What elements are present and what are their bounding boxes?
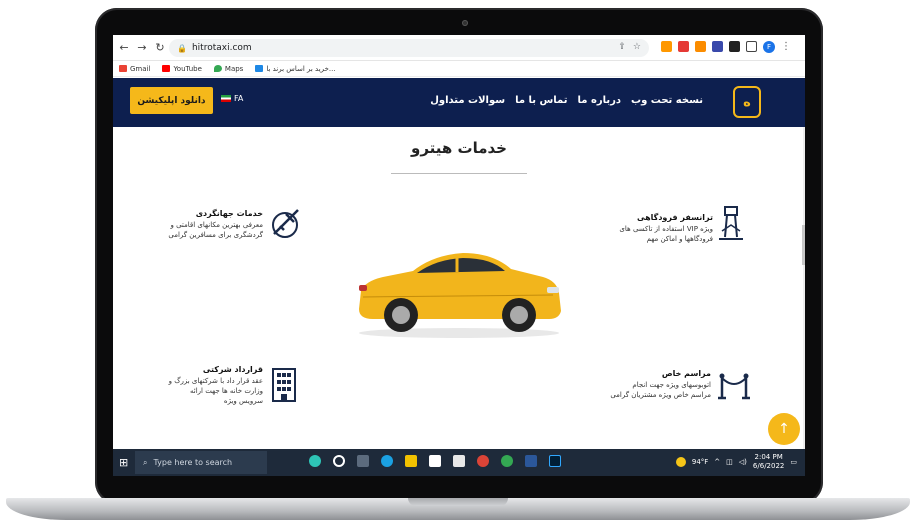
building-icon (272, 368, 296, 402)
nav-web-version[interactable]: نسخه تحت وب (631, 95, 703, 106)
browser-toolbar: ← → ↻ 🔒 hitrotaxi.com ⇪ ☆ F ⋮ (113, 35, 805, 61)
weather-temp[interactable]: 94°F (692, 458, 708, 466)
screen: ← → ↻ 🔒 hitrotaxi.com ⇪ ☆ F ⋮ Gmail YouT… (113, 35, 805, 476)
page-scrollbar[interactable] (803, 127, 805, 449)
extensions: F ⋮ (661, 41, 791, 53)
network-icon[interactable]: ◫ (726, 458, 733, 466)
scroll-to-top-button[interactable]: ↑ (768, 413, 800, 445)
mail-icon[interactable] (453, 455, 465, 467)
store-icon[interactable] (429, 455, 441, 467)
bookmark-icon (255, 65, 264, 72)
plane-circle-icon (272, 209, 299, 238)
bookmarks-bar: Gmail YouTube Maps خرید بر اساس برند با.… (113, 61, 805, 77)
main-menu: نسخه تحت وب درباره ما تماس با ما سوالات … (430, 95, 703, 106)
language-switch[interactable]: FA (221, 94, 243, 103)
forward-icon[interactable]: → (135, 41, 149, 54)
bookmark-shopping[interactable]: خرید بر اساس برند با... (255, 65, 336, 73)
puzzle-icon[interactable] (729, 41, 740, 52)
bookmark-youtube[interactable]: YouTube (162, 65, 202, 73)
taskbar-clock[interactable]: 2:04 PM 6/6/2022 (753, 453, 784, 471)
service-special-ceremony: مراسم خاص اتوبوسهای ویژه جهت انجام مراسم… (610, 369, 711, 399)
title-divider (391, 173, 527, 174)
nav-about[interactable]: درباره ما (578, 95, 622, 106)
url-text: hitrotaxi.com (191, 43, 252, 53)
services-section: خدمات هیترو خدمات جهانگردی معرفی بهترین … (113, 127, 805, 449)
notification-icon[interactable]: ▭ (790, 458, 797, 466)
download-app-button[interactable]: دانلود اپلیکیشن (130, 87, 213, 114)
chrome-profile-icon[interactable] (501, 455, 513, 467)
bookmark-gmail[interactable]: Gmail (119, 65, 150, 73)
pinned-apps (309, 455, 561, 467)
site-logo[interactable]: ه (733, 86, 761, 118)
volume-icon[interactable]: ◁) (739, 458, 747, 466)
reload-icon[interactable]: ↻ (153, 41, 167, 54)
edge-icon[interactable] (381, 455, 393, 467)
word-icon[interactable] (525, 455, 537, 467)
extension-icon[interactable] (661, 41, 672, 52)
youtube-icon (162, 65, 171, 72)
maps-icon (213, 65, 222, 72)
site-navbar: دانلود اپلیکیشن FA نسخه تحت وب درباره ما… (113, 78, 805, 127)
nav-contact[interactable]: تماس با ما (515, 95, 567, 106)
windows-start-icon[interactable]: ⊞ (119, 456, 133, 469)
sidepanel-icon[interactable] (746, 41, 757, 52)
service-corporate-contract: قرارداد شرکتی عقد قرار داد با شرکتهای بز… (168, 365, 263, 405)
file-explorer-icon[interactable] (405, 455, 417, 467)
task-view-icon[interactable] (357, 455, 369, 467)
taskbar-search[interactable]: ⌕ Type here to search (135, 451, 267, 474)
rope-barrier-icon (718, 373, 750, 400)
taxi-car-image (359, 253, 561, 338)
scrollbar-thumb[interactable] (802, 225, 805, 265)
nav-faq[interactable]: سوالات متداول (430, 95, 505, 106)
chevron-up-icon[interactable]: ^ (714, 458, 720, 466)
profile-avatar[interactable]: F (763, 41, 775, 53)
menu-icon[interactable]: ⋮ (781, 41, 791, 53)
chrome-icon[interactable] (477, 455, 489, 467)
service-tourism: خدمات جهانگردی معرفی بهترین مکانهای اقام… (168, 209, 263, 239)
share-icon[interactable]: ⇪ (618, 42, 626, 52)
webcam (462, 20, 468, 26)
extension-icon[interactable] (678, 41, 689, 52)
widget-icon[interactable] (309, 455, 321, 467)
back-icon[interactable]: ← (117, 41, 131, 54)
address-bar[interactable]: 🔒 hitrotaxi.com ⇪ ☆ (169, 39, 649, 57)
weather-sun-icon (675, 457, 686, 467)
service-airport-transfer: ترانسفر فرودگاهی استفاده از تاکسی های VI… (619, 213, 713, 243)
bookmark-maps[interactable]: Maps (213, 65, 243, 73)
system-tray: 94°F ^ ◫ ◁) 2:04 PM 6/6/2022 ▭ (675, 453, 797, 471)
star-icon[interactable]: ☆ (633, 42, 641, 52)
lock-icon[interactable]: 🔒 (177, 44, 187, 53)
search-icon: ⌕ (143, 457, 148, 467)
control-tower-icon (719, 206, 743, 240)
windows-taskbar: ⊞ ⌕ Type here to search 94°F ^ ◫ ◁) 2:04 (113, 449, 805, 476)
section-title: خدمات هیترو (411, 139, 507, 157)
gmail-icon (119, 65, 127, 72)
laptop-notch (408, 498, 508, 506)
extension-icon[interactable] (695, 41, 706, 52)
photoshop-icon[interactable] (549, 455, 561, 467)
iran-flag-icon (221, 95, 231, 102)
extension-icon[interactable] (712, 41, 723, 52)
cortana-icon[interactable] (333, 455, 345, 467)
